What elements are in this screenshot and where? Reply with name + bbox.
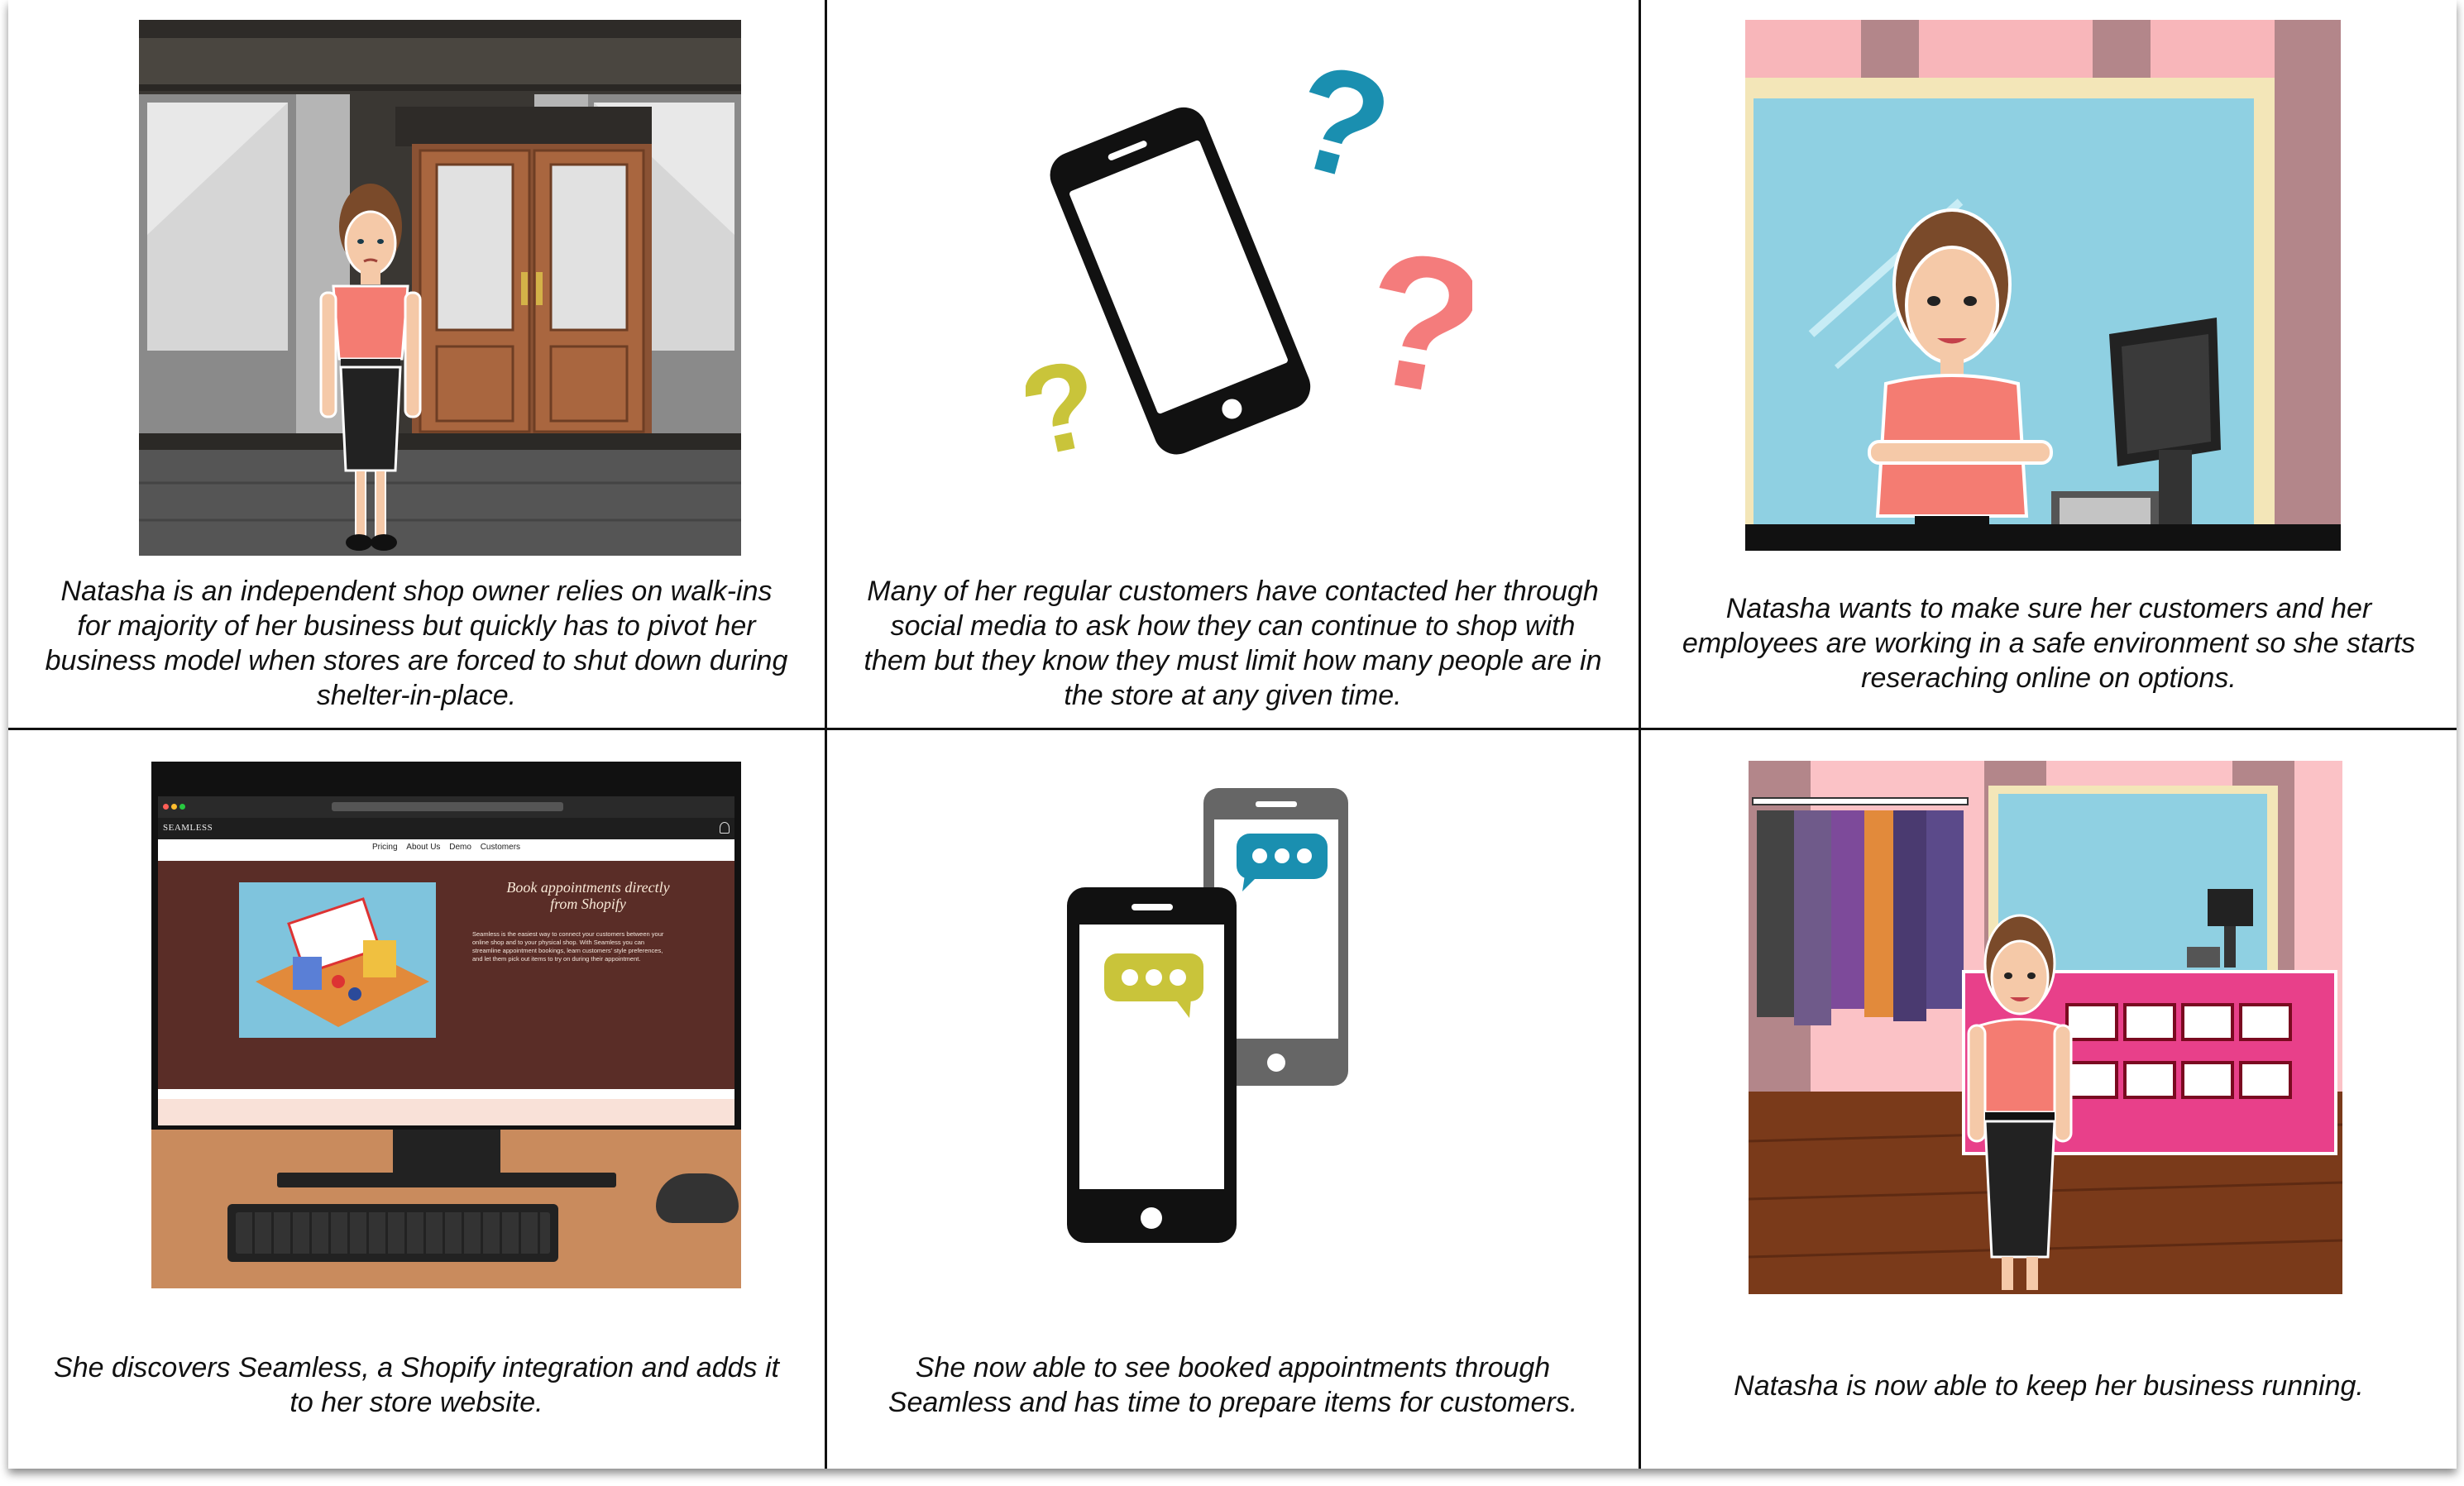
panel-caption: Natasha is now able to keep her business… [1734, 1370, 2364, 1402]
close-icon[interactable] [163, 804, 169, 810]
keyboard [227, 1204, 558, 1262]
nav-demo[interactable]: Demo [449, 843, 471, 852]
desktop-computer-illustration: SEAMLESS Pricing About Us Demo Customers [151, 762, 741, 1288]
panel-caption: She now able to see booked appointments … [888, 1352, 1578, 1418]
panel-2: ? ? ? Many of her regular customers have… [827, 0, 1639, 728]
question-mark-icon: ? [1026, 332, 1112, 471]
site-logo[interactable]: SEAMLESS [163, 823, 213, 833]
hero-body: Seamless is the easiest way to connect y… [472, 930, 664, 963]
phone-questions-illustration: ? ? ? [1026, 41, 1472, 471]
hero-illustration [239, 882, 436, 1038]
panel-caption: Natasha wants to make sure her customers… [1682, 593, 2416, 694]
panel-5: She now able to see booked appointments … [827, 730, 1639, 1469]
checkout-counter-illustration [1745, 20, 2341, 551]
maximize-icon[interactable] [179, 804, 185, 810]
storyboard-grid: Natasha is an independent shop owner rel… [8, 0, 2457, 1469]
site-header: SEAMLESS [158, 818, 734, 839]
panel-1: Natasha is an independent shop owner rel… [8, 0, 825, 728]
panel-caption: Natasha is an independent shop owner rel… [45, 576, 788, 711]
hero-headline-line2: from Shopify [550, 896, 626, 912]
site-nav: Pricing About Us Demo Customers [158, 843, 734, 856]
monitor-stand [393, 1130, 500, 1175]
question-mark-icon: ? [1347, 208, 1472, 437]
boutique-illustration [1749, 761, 2342, 1294]
panel-6: Natasha is now able to keep her business… [1641, 730, 2457, 1469]
mouse [656, 1173, 739, 1223]
hero-headline-line1: Book appointments directly [506, 879, 670, 896]
nav-pricing[interactable]: Pricing [372, 843, 398, 852]
chatting-phones-illustration [1067, 788, 1365, 1251]
hero-headline: Book appointments directly from Shopify [472, 879, 704, 912]
user-icon[interactable] [720, 822, 730, 834]
nav-about-us[interactable]: About Us [406, 843, 440, 852]
panel-caption: She discovers Seamless, a Shopify integr… [54, 1352, 779, 1418]
nav-customers[interactable]: Customers [481, 843, 520, 852]
address-bar[interactable] [332, 802, 563, 811]
monitor-base [277, 1173, 616, 1187]
website-page: SEAMLESS Pricing About Us Demo Customers [158, 818, 734, 1125]
panel-caption: Many of her regular customers have conta… [864, 576, 1602, 711]
minimize-icon[interactable] [171, 804, 177, 810]
phone-icon [1067, 887, 1237, 1243]
panel-4: SEAMLESS Pricing About Us Demo Customers [8, 730, 825, 1469]
site-footer-strip [158, 1089, 734, 1125]
panel-3: Natasha wants to make sure her customers… [1641, 0, 2457, 728]
browser-toolbar [158, 796, 734, 818]
question-mark-icon: ? [1275, 41, 1406, 215]
hero-section: Book appointments directly from Shopify … [158, 861, 734, 1089]
storefront-illustration [139, 20, 741, 556]
storyboard: Natasha is an independent shop owner rel… [0, 0, 2464, 1486]
